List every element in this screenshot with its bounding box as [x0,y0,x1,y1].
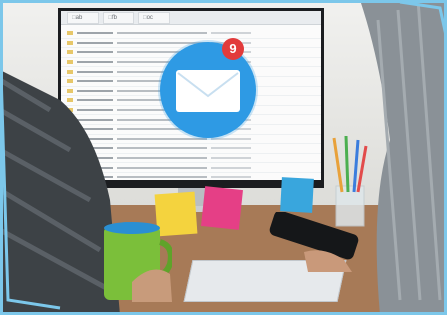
border-outline [0,0,447,315]
decorative-border [0,0,447,315]
